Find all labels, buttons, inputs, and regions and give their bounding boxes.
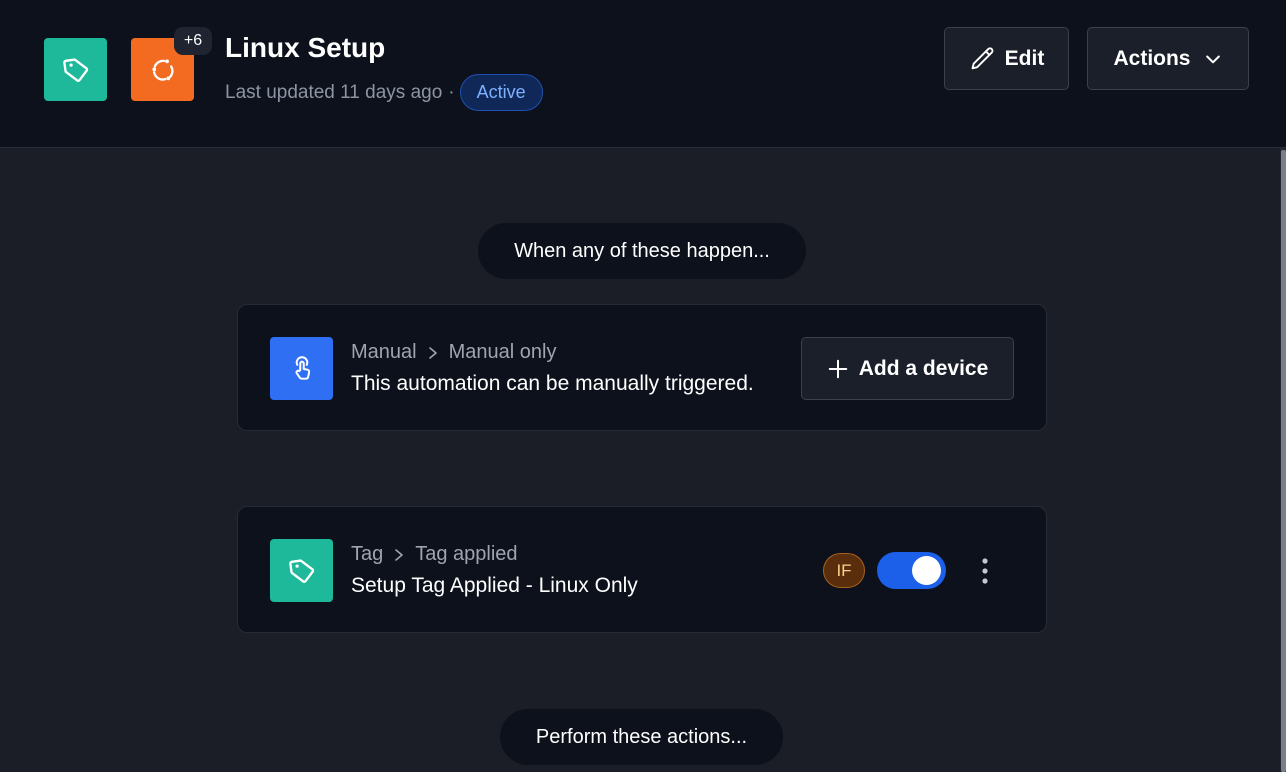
chevron-down-icon (1203, 49, 1223, 69)
page-title: Linux Setup (225, 32, 386, 63)
tag-icon (44, 38, 107, 101)
trigger-name: Manual only (448, 341, 557, 363)
add-device-button[interactable]: Add a device (801, 337, 1014, 400)
condition-description: Setup Tag Applied - Linux Only (351, 574, 638, 597)
condition-breadcrumb: Tag Tag applied (351, 543, 518, 566)
trigger-description: This automation can be manually triggere… (351, 372, 754, 395)
last-updated-text: Last updated 11 days ago (225, 81, 443, 103)
actions-dropdown-button[interactable]: Actions (1087, 27, 1249, 90)
trigger-category: Manual (351, 341, 417, 363)
trigger-card[interactable]: Manual Manual only This automation can b… (237, 304, 1047, 431)
condition-card[interactable]: Tag Tag applied Setup Tag Applied - Linu… (237, 506, 1047, 633)
chevron-right-icon (393, 548, 405, 562)
if-badge[interactable]: IF (823, 553, 865, 588)
edit-label: Edit (1004, 46, 1045, 70)
condition-category: Tag (351, 543, 384, 565)
plus-icon (827, 358, 849, 380)
scrollbar-thumb[interactable] (1281, 150, 1286, 772)
condition-name: Tag applied (415, 543, 518, 565)
pencil-icon (969, 45, 997, 73)
more-options-icon[interactable] (972, 552, 998, 590)
separator-dot: · (448, 81, 455, 103)
more-integrations-badge[interactable]: +6 (174, 27, 212, 55)
hand-pointer-icon (270, 337, 333, 400)
toggle-knob (912, 556, 941, 585)
actions-label: Actions (1113, 46, 1191, 70)
trigger-breadcrumb: Manual Manual only (351, 341, 556, 364)
page-subtitle: Last updated 11 days ago · Active (225, 74, 543, 111)
when-section-label: When any of these happen... (478, 223, 806, 279)
status-badge: Active (459, 74, 543, 111)
perform-section-label: Perform these actions... (500, 709, 783, 765)
add-device-label: Add a device (858, 356, 989, 380)
enabled-toggle[interactable] (877, 552, 946, 589)
edit-button[interactable]: Edit (944, 27, 1069, 90)
tag-icon (270, 539, 333, 602)
page-header: +6 Linux Setup Last updated 11 days ago … (0, 0, 1286, 148)
chevron-right-icon (427, 346, 439, 360)
